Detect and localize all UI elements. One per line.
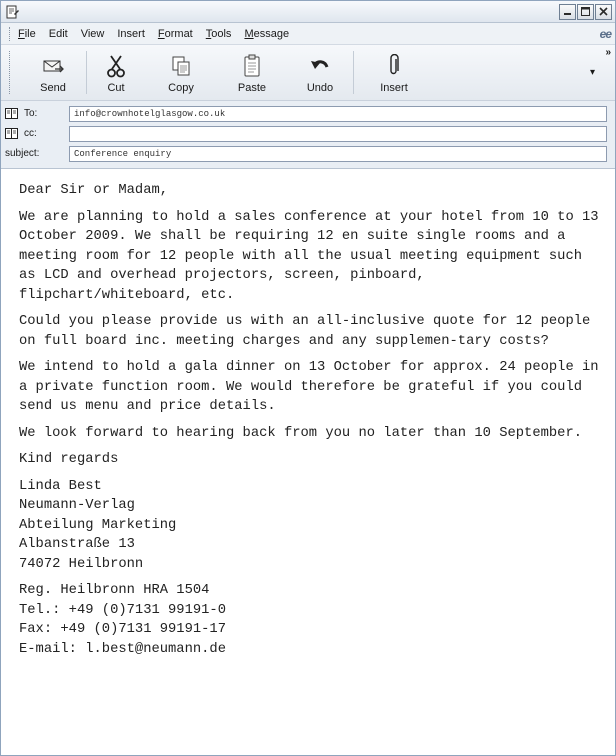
menu-format-mnemonic: F	[157, 27, 165, 40]
cc-field[interactable]	[69, 125, 607, 142]
greeting: Dear Sir or Madam,	[19, 183, 169, 198]
undo-button[interactable]: Undo	[287, 45, 353, 100]
menu-edit-label: Edit	[48, 27, 68, 40]
paragraph-2: Could you please provide us with an all-…	[19, 314, 591, 349]
cc-label: cc:	[24, 128, 37, 139]
close-icon	[599, 7, 608, 16]
cut-button[interactable]: Cut	[87, 45, 145, 100]
contact-line: Tel.: +49 (0)7131 99191-0	[19, 602, 226, 618]
paragraph-3: We intend to hold a gala dinner on 13 Oc…	[19, 360, 599, 414]
title-bar	[1, 1, 615, 23]
signature-line: Linda Best	[19, 478, 102, 494]
subject-row: subject: Conference enquiry	[5, 144, 607, 163]
to-row: To: info@crownhotelglasgow.co.uk	[5, 104, 607, 123]
compose-mail-icon	[5, 5, 19, 19]
signature-line: 74072 Heilbronn	[19, 556, 144, 572]
signature-line: Neumann-Verlag	[19, 498, 135, 513]
cut-label: Cut	[107, 82, 125, 94]
signature-line: Albanstraße 13	[19, 537, 135, 552]
paragraph-1: We are planning to hold a sales conferen…	[19, 209, 599, 303]
menu-file-label: ile	[24, 27, 36, 40]
signature-line: Abteilung Marketing	[19, 517, 177, 533]
menu-tools[interactable]: Tools	[206, 28, 232, 40]
scissors-icon	[107, 53, 125, 79]
menu-bar: File Edit View Insert Format Tools Messa…	[1, 23, 615, 45]
menu-grip[interactable]	[9, 26, 12, 41]
menu-insert-label: Insert	[117, 27, 145, 40]
contact-line: Reg. Heilbronn HRA 1504	[19, 583, 210, 598]
cc-label-group[interactable]: cc:	[5, 128, 69, 139]
paste-label: Paste	[237, 82, 267, 94]
app-logo: ee	[599, 27, 612, 41]
toolbar-overflow-icon[interactable]: »	[605, 47, 611, 58]
signature-block: Linda Best Neumann-Verlag Abteilung Mark…	[19, 477, 605, 575]
subject-label-group: subject:	[5, 148, 69, 159]
menu-view[interactable]: View	[81, 28, 105, 40]
insert-attachment-button[interactable]: Insert	[354, 45, 434, 100]
menu-format-label: ormat	[164, 27, 193, 40]
menu-tools-label: ools	[211, 27, 232, 40]
message-body[interactable]: Dear Sir or Madam, We are planning to ho…	[1, 169, 615, 659]
undo-label: Undo	[306, 82, 334, 94]
paperclip-icon	[388, 53, 400, 79]
menu-message-mnemonic: M	[244, 27, 254, 40]
menu-message[interactable]: Message	[244, 28, 289, 40]
paste-icon	[242, 53, 262, 79]
copy-label: Copy	[168, 82, 194, 94]
undo-icon	[310, 53, 330, 79]
to-label: To:	[24, 108, 38, 119]
to-field[interactable]: info@crownhotelglasgow.co.uk	[69, 105, 607, 122]
cc-row: cc:	[5, 124, 607, 143]
menu-file[interactable]: File	[18, 28, 36, 40]
subject-field[interactable]: Conference enquiry	[69, 145, 607, 162]
email-compose-window: File Edit View Insert Format Tools Messa…	[0, 0, 616, 756]
menu-format[interactable]: Format	[158, 28, 193, 40]
window-controls	[559, 3, 612, 20]
copy-button[interactable]: Copy	[145, 45, 217, 100]
chevron-down-icon[interactable]: ▾	[590, 67, 595, 78]
menu-insert[interactable]: Insert	[117, 28, 145, 40]
menu-view-label: View	[80, 27, 105, 40]
close-button[interactable]	[595, 3, 612, 20]
address-book-icon	[5, 108, 18, 119]
menu-message-label: essage	[253, 27, 290, 40]
menu-edit[interactable]: Edit	[49, 28, 68, 40]
toolbar: Send Cut Copy Paste Undo Insert ▾ »	[1, 45, 615, 101]
contact-block: Reg. Heilbronn HRA 1504 Tel.: +49 (0)713…	[19, 581, 605, 659]
message-headers: To: info@crownhotelglasgow.co.uk cc: sub…	[1, 101, 615, 169]
paste-button[interactable]: Paste	[217, 45, 287, 100]
maximize-icon	[581, 7, 590, 16]
copy-icon	[171, 53, 191, 79]
closing: Kind regards	[19, 452, 119, 467]
contact-line: E-mail: l.best@neumann.de	[19, 641, 226, 657]
send-icon	[42, 53, 64, 79]
maximize-button[interactable]	[577, 3, 594, 20]
address-book-icon	[5, 128, 18, 139]
insert-label: Insert	[380, 82, 408, 94]
subject-label: subject:	[5, 148, 40, 159]
menu-file-mnemonic: F	[18, 27, 25, 40]
send-label: Send	[40, 82, 66, 94]
minimize-icon	[564, 13, 571, 15]
toolbar-grip[interactable]	[9, 51, 12, 94]
send-button[interactable]: Send	[20, 45, 86, 100]
minimize-button[interactable]	[559, 3, 576, 20]
contact-line: Fax: +49 (0)7131 99191-17	[19, 622, 226, 637]
paragraph-4: We look forward to hearing back from you…	[19, 425, 583, 441]
to-label-group[interactable]: To:	[5, 108, 69, 119]
